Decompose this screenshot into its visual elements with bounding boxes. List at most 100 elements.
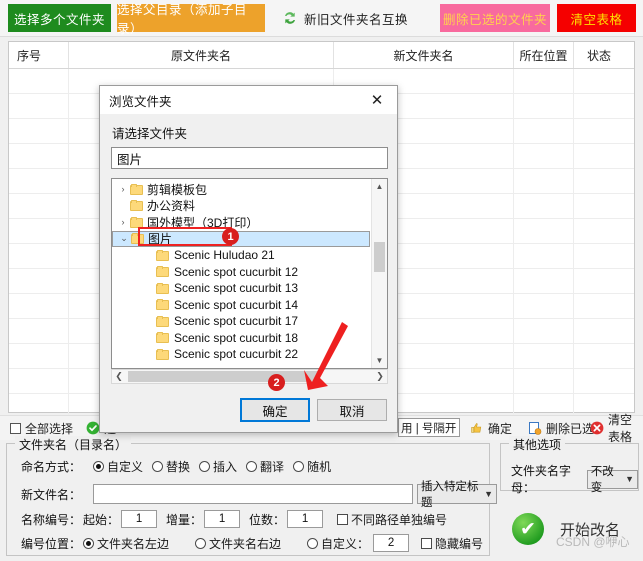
dialog-path-input[interactable]: 图片 xyxy=(111,147,388,169)
swap-old-new-names-button[interactable]: 新旧文件夹名互换 xyxy=(278,4,420,32)
column-header-new-name[interactable]: 新文件夹名 xyxy=(334,42,514,68)
tree-item[interactable]: Scenic spot cucurbit 12 xyxy=(112,264,370,281)
table-cell[interactable] xyxy=(514,144,574,168)
table-cell[interactable] xyxy=(9,269,69,293)
table-cell[interactable] xyxy=(514,94,574,118)
table-cell[interactable] xyxy=(9,219,69,243)
table-cell[interactable] xyxy=(574,144,624,168)
close-icon[interactable]: ✕ xyxy=(357,86,397,114)
table-cell[interactable] xyxy=(9,244,69,268)
tree-vertical-scroll-thumb[interactable] xyxy=(374,242,385,272)
tree-expander-icon[interactable]: › xyxy=(116,217,130,227)
position-custom-input[interactable]: 2 xyxy=(373,534,410,552)
table-cell[interactable] xyxy=(574,219,624,243)
hide-number-checkbox[interactable]: 隐藏编号 xyxy=(421,535,483,552)
table-cell[interactable] xyxy=(514,169,574,193)
tree-item[interactable]: › 剪辑模板包 xyxy=(112,181,370,198)
tree-vertical-scrollbar[interactable]: ▲ ▼ xyxy=(371,179,387,368)
table-cell[interactable] xyxy=(514,319,574,343)
folder-letter-select[interactable]: 不改变 ▼ xyxy=(586,466,638,494)
table-cell[interactable] xyxy=(574,369,624,393)
radio-naming-translate[interactable]: 翻译 xyxy=(246,458,284,475)
table-cell[interactable] xyxy=(574,244,624,268)
new-filename-input[interactable] xyxy=(93,484,413,504)
scroll-right-icon[interactable]: ❯ xyxy=(373,370,387,383)
table-cell[interactable] xyxy=(9,144,69,168)
folder-tree[interactable]: › 剪辑模板包 办公资料 › 国外模型（3D打印） ⌄ 图片 Scenic Huludao 2… xyxy=(111,178,388,369)
radio-naming-random[interactable]: 随机 xyxy=(293,458,331,475)
table-cell[interactable] xyxy=(9,119,69,143)
radio-position-left[interactable]: 文件夹名左边 xyxy=(83,535,169,552)
tree-item[interactable]: Scenic spot cucurbit 22 xyxy=(112,346,370,363)
column-header-original-name[interactable]: 原文件夹名 xyxy=(69,42,334,68)
tree-item[interactable]: ⌄ 图片 xyxy=(112,230,370,247)
clear-table-small-button[interactable]: 清空表格 xyxy=(590,413,643,444)
table-cell[interactable] xyxy=(574,294,624,318)
scroll-up-icon[interactable]: ▲ xyxy=(372,179,387,194)
insert-title-select[interactable]: 插入特定标题 ▼ xyxy=(417,481,497,509)
tree-item[interactable]: 办公资料 xyxy=(112,198,370,215)
table-cell[interactable] xyxy=(514,194,574,218)
tree-item[interactable]: › 国外模型（3D打印） xyxy=(112,214,370,231)
scroll-down-icon[interactable]: ▼ xyxy=(372,353,387,368)
table-cell[interactable] xyxy=(514,269,574,293)
dialog-cancel-button[interactable]: 取消 xyxy=(317,399,387,421)
tree-expander-icon[interactable]: ⌄ xyxy=(117,233,131,244)
digits-input[interactable]: 1 xyxy=(287,510,324,528)
table-cell[interactable] xyxy=(9,94,69,118)
radio-position-custom[interactable]: 自定义： xyxy=(307,535,369,552)
table-cell[interactable] xyxy=(574,269,624,293)
select-parent-directory-button[interactable]: 选择父目录（添加子目录） xyxy=(117,3,265,36)
table-cell[interactable] xyxy=(574,344,624,368)
table-cell[interactable] xyxy=(574,194,624,218)
tree-horizontal-scrollbar[interactable]: ❮ ❯ xyxy=(111,369,388,384)
table-cell[interactable] xyxy=(9,294,69,318)
table-cell[interactable] xyxy=(514,69,574,93)
clear-table-button[interactable]: 清空表格 xyxy=(557,4,636,32)
confirm-button[interactable]: 确定 xyxy=(470,419,512,437)
column-header-status[interactable]: 状态 xyxy=(574,42,624,68)
separator-input[interactable]: 用 | 号隔开 xyxy=(398,418,460,437)
column-header-location[interactable]: 所在位置 xyxy=(514,42,574,68)
table-cell[interactable] xyxy=(574,69,624,93)
table-cell[interactable] xyxy=(574,119,624,143)
tree-item[interactable]: Scenic spot cucurbit 18 xyxy=(112,330,370,347)
table-cell[interactable] xyxy=(514,219,574,243)
table-cell[interactable] xyxy=(9,319,69,343)
table-cell[interactable] xyxy=(574,94,624,118)
table-cell[interactable] xyxy=(514,244,574,268)
table-cell[interactable] xyxy=(514,294,574,318)
column-header-index[interactable]: 序号 xyxy=(9,42,69,68)
radio-position-right[interactable]: 文件夹名右边 xyxy=(195,535,281,552)
dialog-ok-button[interactable]: 确定 xyxy=(240,398,310,422)
step-input[interactable]: 1 xyxy=(204,510,241,528)
select-all-checkbox[interactable]: 全部选择 xyxy=(10,419,73,437)
scroll-left-icon[interactable]: ❮ xyxy=(112,370,126,383)
tree-item[interactable]: Scenic Huludao 21 xyxy=(112,247,370,264)
folder-tree-list[interactable]: › 剪辑模板包 办公资料 › 国外模型（3D打印） ⌄ 图片 Scenic Huludao 2… xyxy=(112,181,370,363)
radio-naming-insert[interactable]: 插入 xyxy=(199,458,237,475)
table-cell[interactable] xyxy=(9,194,69,218)
delete-selected-rows-button[interactable]: 删除已选 xyxy=(528,419,594,437)
radio-naming-replace[interactable]: 替换 xyxy=(152,458,190,475)
separate-number-checkbox[interactable]: 不同路径单独编号 xyxy=(337,511,447,528)
browse-folder-dialog[interactable]: 浏览文件夹 ✕ 请选择文件夹 图片 › 剪辑模板包 办公资料 › 国外模型（3D打印） ⌄… xyxy=(99,85,398,433)
select-multiple-folders-button[interactable]: 选择多个文件夹 xyxy=(8,4,111,32)
tree-horizontal-scroll-thumb[interactable] xyxy=(128,371,320,382)
table-cell[interactable] xyxy=(514,369,574,393)
delete-selected-folders-button[interactable]: 删除已选的文件夹 xyxy=(440,4,550,32)
table-cell[interactable] xyxy=(514,344,574,368)
tree-item[interactable]: Scenic spot cucurbit 17 xyxy=(112,313,370,330)
tree-item[interactable]: Scenic spot cucurbit 14 xyxy=(112,297,370,314)
table-cell[interactable] xyxy=(574,319,624,343)
table-cell[interactable] xyxy=(9,369,69,393)
tree-expander-icon[interactable]: › xyxy=(116,184,130,194)
table-cell[interactable] xyxy=(9,69,69,93)
table-cell[interactable] xyxy=(514,119,574,143)
table-cell[interactable] xyxy=(9,169,69,193)
tree-item[interactable]: Scenic spot cucurbit 13 xyxy=(112,280,370,297)
table-cell[interactable] xyxy=(574,169,624,193)
radio-naming-custom[interactable]: 自定义 xyxy=(93,458,143,475)
table-cell[interactable] xyxy=(9,344,69,368)
start-input[interactable]: 1 xyxy=(121,510,158,528)
